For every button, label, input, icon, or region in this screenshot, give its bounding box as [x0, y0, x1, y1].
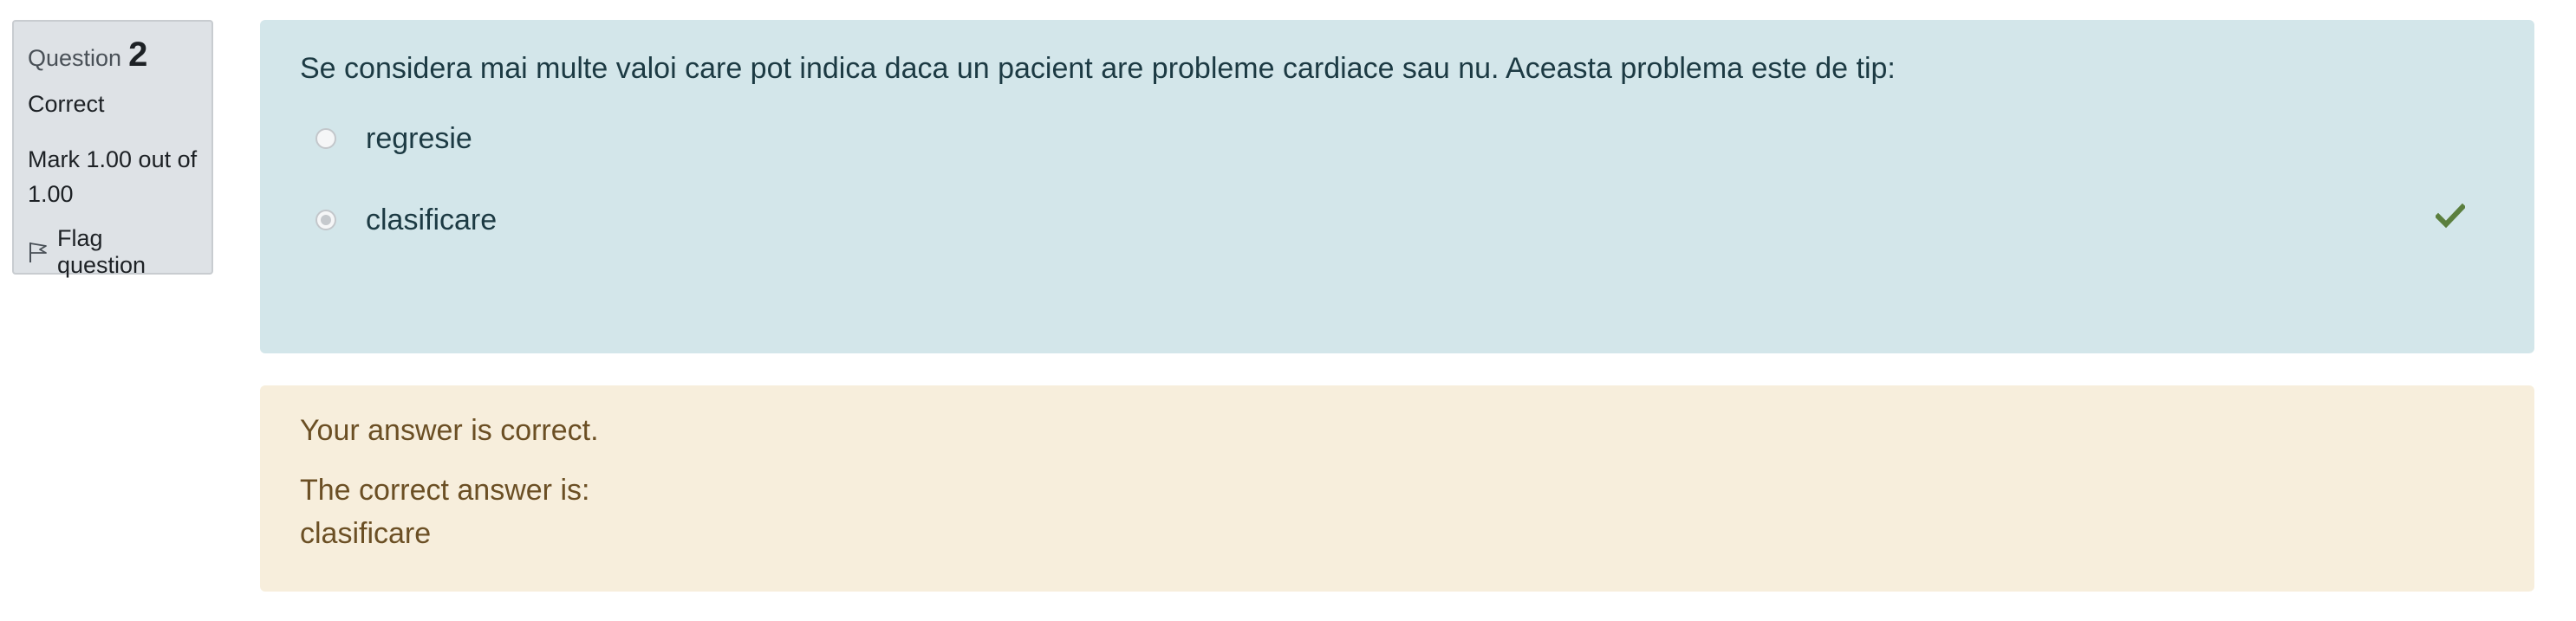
flag-outline-icon	[29, 243, 47, 262]
question-formulation: Se considera mai multe valoi care pot in…	[260, 20, 2534, 353]
question-info-panel: Question 2 Correct Mark 1.00 out of 1.00…	[12, 20, 213, 278]
general-feedback: Your answer is correct.	[300, 414, 599, 447]
question-state: Correct	[28, 91, 105, 117]
question-number-heading: Question 2	[28, 37, 198, 72]
question-number: 2	[128, 36, 148, 74]
answer-label: clasificare	[366, 203, 498, 236]
question-word: Question	[28, 45, 122, 71]
question-text: Se considera mai multe valoi care pot in…	[300, 52, 1896, 85]
question-grade: Mark 1.00 out of 1.00	[28, 146, 198, 207]
answer-option-clasificare: clasificare	[300, 195, 2495, 245]
right-answer-value: clasificare	[300, 517, 432, 550]
answer-radio-regresie[interactable]	[315, 128, 336, 149]
quiz-review-page: Question 2 Correct Mark 1.00 out of 1.00…	[0, 0, 2576, 621]
answer-option-regresie: regresie	[300, 113, 2495, 164]
check-icon	[2436, 204, 2465, 229]
right-answer: The correct answer is: clasificare	[300, 469, 2495, 555]
answer-label: regresie	[366, 121, 472, 155]
flag-question-label: Flag question	[56, 225, 146, 278]
flag-question-button[interactable]: Flag question	[28, 225, 198, 279]
right-answer-heading: The correct answer is:	[300, 474, 590, 507]
answer-radio-clasificare[interactable]	[315, 210, 336, 230]
feedback-panel: Your answer is correct. The correct answ…	[260, 385, 2534, 592]
